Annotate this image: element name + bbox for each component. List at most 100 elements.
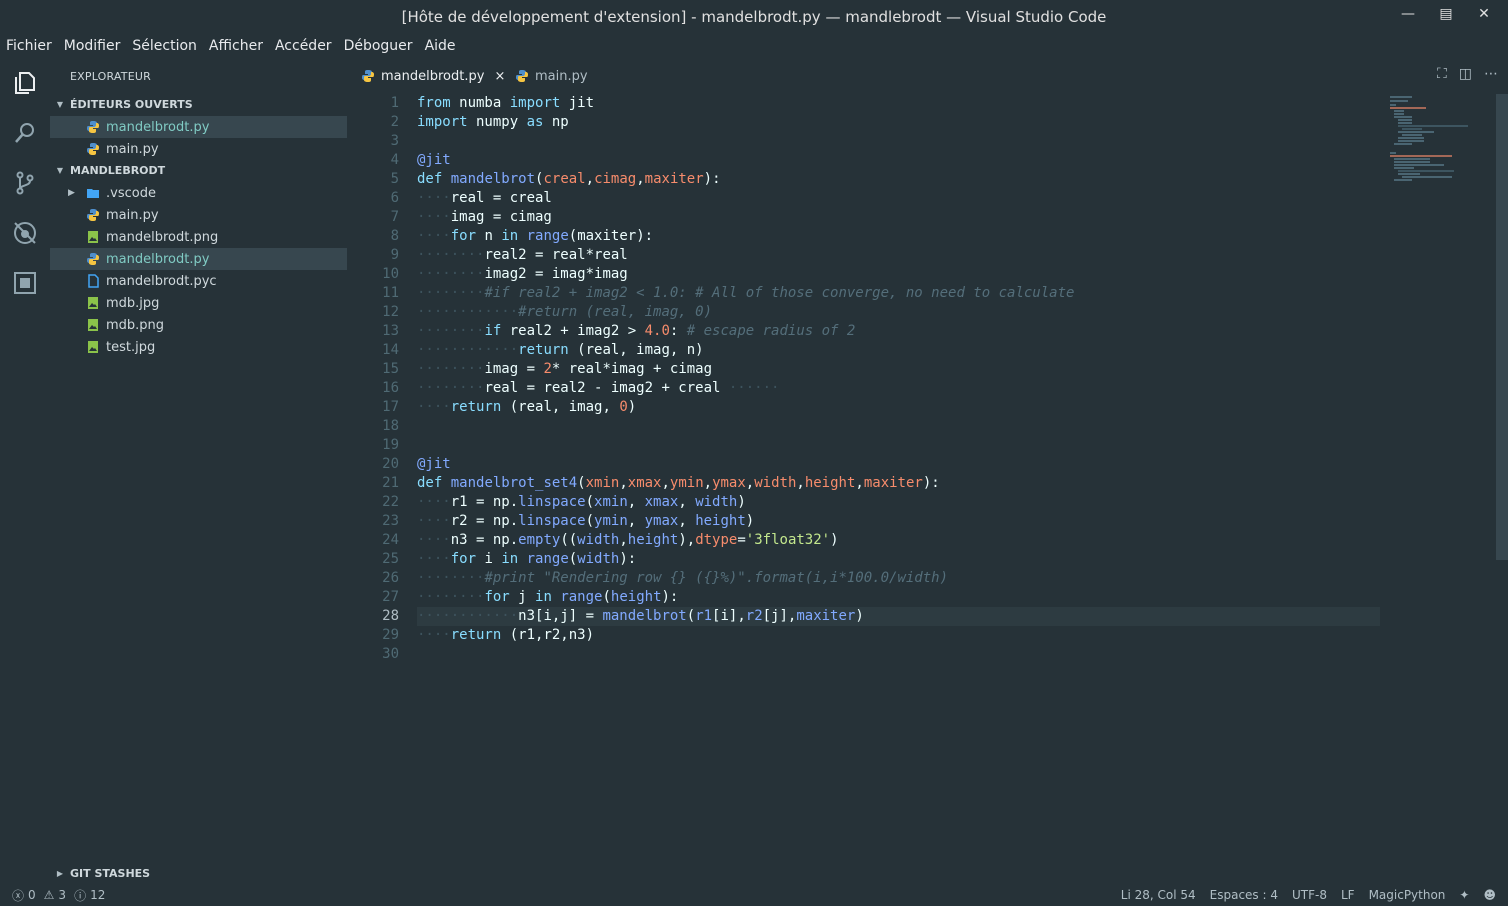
maximize-icon[interactable]: ▤ <box>1436 6 1456 22</box>
language-mode[interactable]: MagicPython <box>1369 888 1446 902</box>
close-window-icon[interactable]: ✕ <box>1474 6 1494 22</box>
tab-bar: mandelbrodt.py × main.py ⛶ ◫ ⋯ <box>347 58 1508 94</box>
smiley-icon[interactable]: ☻ <box>1483 888 1496 902</box>
search-icon[interactable] <box>0 108 50 158</box>
line-number: 29 <box>382 627 399 643</box>
menu-deboguer[interactable]: Déboguer <box>338 38 419 54</box>
code-line: ········imag = 2* real*imag + cimag <box>417 361 713 377</box>
indentation[interactable]: Espaces : 4 <box>1210 888 1278 902</box>
file-item[interactable]: main.py <box>50 204 347 226</box>
folder-icon <box>86 186 100 200</box>
code-line: ········for j in range(height): <box>417 589 679 605</box>
file-item[interactable]: mandelbrodt.py <box>50 248 347 270</box>
more-actions-icon[interactable]: ⋯ <box>1484 66 1498 82</box>
line-number: 23 <box>382 513 399 529</box>
source-control-icon[interactable] <box>0 158 50 208</box>
code-line: ····real = creal <box>417 190 552 206</box>
open-editor-item[interactable]: mandelbrodt.py <box>50 116 347 138</box>
vertical-scrollbar[interactable] <box>1496 94 1508 560</box>
chevron-down-icon: ▼ <box>56 165 64 175</box>
window-title: [Hôte de développement d'extension] - ma… <box>401 8 1107 26</box>
code-line: ············#return (real, imag, 0) <box>417 304 713 320</box>
warning-icon: ⚠ <box>43 888 55 902</box>
line-number: 27 <box>382 589 399 605</box>
line-number: 30 <box>382 646 399 662</box>
broadcast-icon[interactable]: ✦ <box>1459 888 1469 902</box>
file-item[interactable]: test.jpg <box>50 336 347 358</box>
file-item[interactable]: mdb.png <box>50 314 347 336</box>
git-stashes-header[interactable]: ▶ GIT STASHES <box>50 862 347 884</box>
menu-modifier[interactable]: Modifier <box>58 38 127 54</box>
file-icon <box>86 274 100 288</box>
code-line: ········if real2 + imag2 > 4.0: # escape… <box>417 323 856 339</box>
line-number: 7 <box>390 209 399 225</box>
split-editor-icon[interactable]: ◫ <box>1459 66 1472 82</box>
code-line: def mandelbrot_set4(xmin,xmax,ymin,ymax,… <box>417 475 940 491</box>
activity-bar <box>0 58 50 884</box>
line-number: 8 <box>390 228 399 244</box>
close-tab-icon[interactable]: × <box>494 69 505 84</box>
line-number: 16 <box>382 380 399 396</box>
error-count: 0 <box>28 888 36 902</box>
line-number: 9 <box>390 247 399 263</box>
code-line: from numba import jit <box>417 95 595 111</box>
code-line: ········real = real2 - imag2 + creal ···… <box>417 380 780 396</box>
minimize-icon[interactable]: — <box>1398 6 1418 22</box>
code-line: import numpy as np <box>417 114 569 130</box>
file-item[interactable]: mandelbrodt.png <box>50 226 347 248</box>
python-file-icon <box>86 120 100 134</box>
line-number: 18 <box>382 418 399 434</box>
menu-aide[interactable]: Aide <box>419 38 462 54</box>
explorer-sidebar: EXPLORATEUR ▼ ÉDITEURS OUVERTS mandelbro… <box>50 58 347 884</box>
python-file-icon <box>515 69 529 83</box>
tab-mandelbrodt-py[interactable]: mandelbrodt.py × <box>347 58 511 94</box>
menu-fichier[interactable]: Fichier <box>0 38 58 54</box>
image-file-icon <box>86 318 100 332</box>
line-ending[interactable]: LF <box>1341 888 1355 902</box>
line-number: 6 <box>390 190 399 206</box>
file-item[interactable]: mdb.jpg <box>50 292 347 314</box>
line-number: 26 <box>382 570 399 586</box>
line-number: 19 <box>382 437 399 453</box>
line-number: 28 <box>382 608 399 624</box>
line-number: 12 <box>382 304 399 320</box>
line-number: 25 <box>382 551 399 567</box>
project-header[interactable]: ▼ MANDLEBRODT <box>50 159 347 181</box>
python-file-icon <box>86 142 100 156</box>
menu-acceder[interactable]: Accéder <box>269 38 338 54</box>
line-number: 5 <box>390 171 399 187</box>
code-line: def mandelbrot(creal,cimag,maxiter): <box>417 171 721 187</box>
minimap[interactable] <box>1390 94 1480 214</box>
code-line: ············n3[i,j] = mandelbrot(r1[i],r… <box>417 608 864 624</box>
python-file-icon <box>86 252 100 266</box>
line-number: 24 <box>382 532 399 548</box>
warning-count: 3 <box>58 888 67 902</box>
code-line: ········imag2 = imag*imag <box>417 266 628 282</box>
explorer-icon[interactable] <box>0 58 50 108</box>
menu-afficher[interactable]: Afficher <box>203 38 269 54</box>
open-editor-item[interactable]: main.py <box>50 138 347 160</box>
image-file-icon <box>86 340 100 354</box>
menu-selection[interactable]: Sélection <box>126 38 203 54</box>
problems-indicator[interactable]: ⓧ 0 ⚠ 3 ⓘ 12 <box>12 884 105 906</box>
menu-bar: Fichier Modifier Sélection Afficher Accé… <box>0 34 1508 58</box>
code-line: ····r1 = np.linspace(xmin, xmax, width) <box>417 494 746 510</box>
image-file-icon <box>86 296 100 310</box>
python-file-icon <box>361 69 375 83</box>
code-line: ········#print "Rendering row {} ({}%)".… <box>417 570 949 586</box>
tab-main-py[interactable]: main.py <box>515 58 615 94</box>
extensions-icon[interactable] <box>0 258 50 308</box>
line-number: 2 <box>390 114 399 130</box>
open-changes-icon[interactable]: ⛶ <box>1437 66 1447 82</box>
file-item[interactable]: mandelbrodt.pyc <box>50 270 347 292</box>
chevron-down-icon: ▼ <box>56 99 64 109</box>
code-line: ····return (real, imag, 0) <box>417 399 637 415</box>
code-editor[interactable]: 1 2 3 4 5 6 7 8 9 10 11 12 13 14 15 16 1… <box>347 94 1508 884</box>
encoding[interactable]: UTF-8 <box>1292 888 1327 902</box>
open-editors-header[interactable]: ▼ ÉDITEURS OUVERTS <box>50 93 347 115</box>
cursor-position[interactable]: Li 28, Col 54 <box>1121 888 1196 902</box>
folder-item[interactable]: ▶ .vscode <box>50 182 347 204</box>
line-number: 10 <box>382 266 399 282</box>
debug-icon[interactable] <box>0 208 50 258</box>
code-line: ····for n in range(maxiter): <box>417 228 654 244</box>
